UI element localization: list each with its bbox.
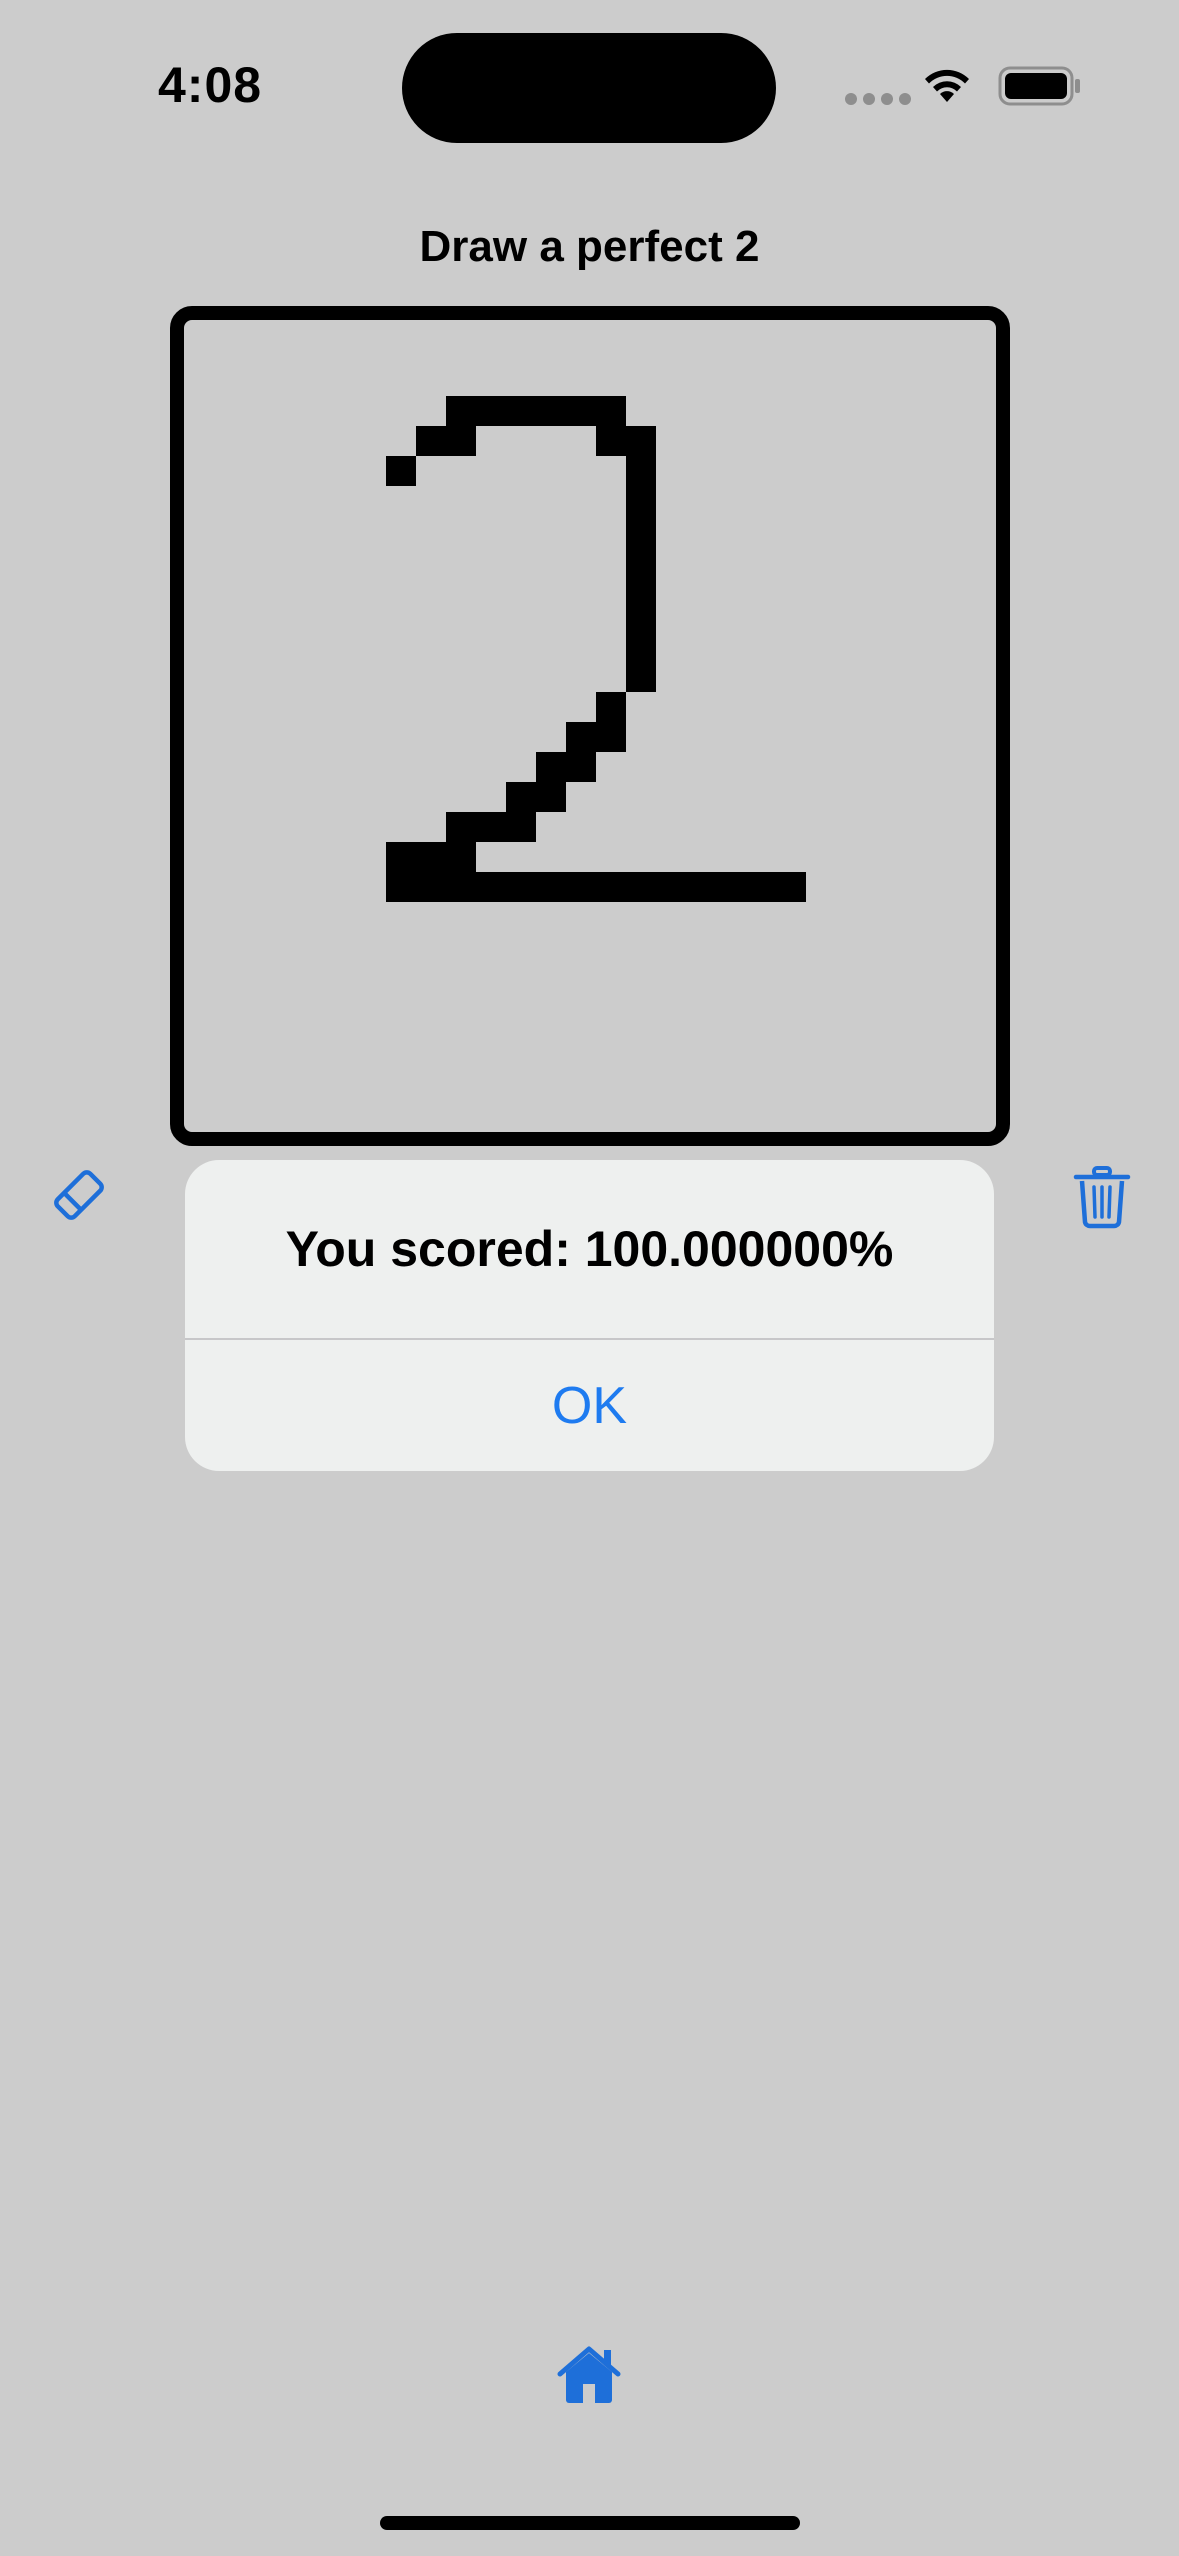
- battery-icon: [998, 64, 1082, 113]
- house-icon: [557, 2346, 621, 2403]
- drawing-canvas[interactable]: [170, 306, 1010, 1146]
- drawn-digit: [386, 396, 806, 902]
- eraser-icon: [54, 1170, 104, 1220]
- trash-icon: [1073, 1166, 1131, 1229]
- dynamic-island: [402, 33, 776, 143]
- page-title: Draw a perfect 2: [419, 222, 760, 271]
- score-alert: You scored: 100.000000% OK: [185, 1160, 994, 1471]
- home-button[interactable]: [556, 2344, 622, 2409]
- ok-button[interactable]: OK: [185, 1340, 994, 1471]
- home-indicator[interactable]: [380, 2516, 800, 2530]
- eraser-button[interactable]: [50, 1166, 108, 1229]
- cellular-signal-icon: [845, 93, 911, 105]
- trash-button[interactable]: [1072, 1165, 1132, 1234]
- wifi-icon: [922, 66, 972, 111]
- alert-message: You scored: 100.000000%: [285, 1221, 894, 1277]
- status-time: 4:08: [158, 57, 263, 113]
